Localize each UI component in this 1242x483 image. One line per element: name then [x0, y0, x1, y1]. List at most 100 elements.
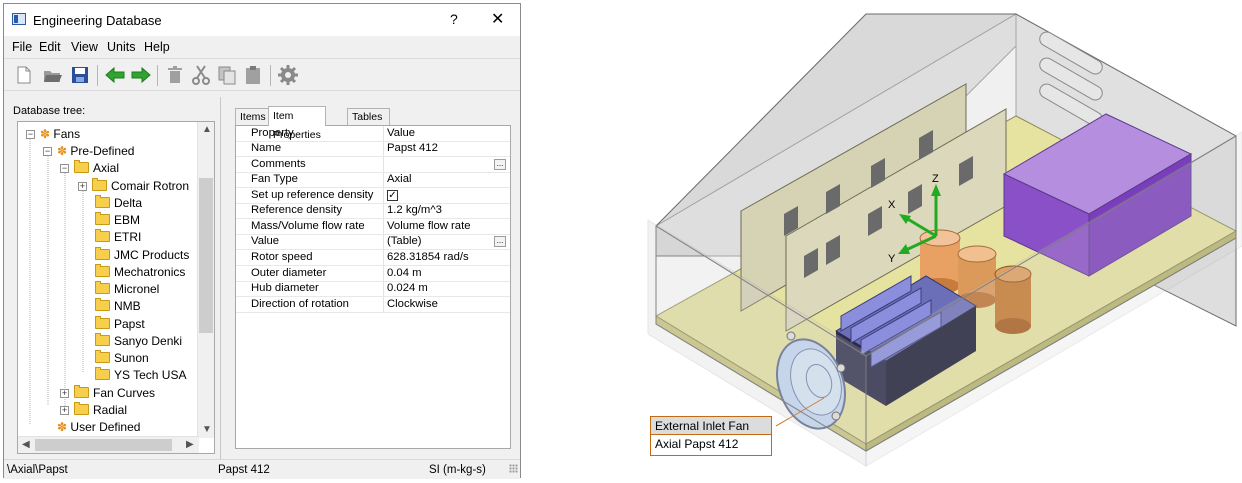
- user-fan-icon: ✽: [57, 420, 68, 434]
- menu-units[interactable]: Units: [107, 40, 135, 54]
- menu-edit[interactable]: Edit: [39, 40, 61, 54]
- close-button[interactable]: ✕: [491, 9, 504, 29]
- checkbox-checked-icon[interactable]: ✓: [387, 190, 398, 201]
- property-label: Set up reference density: [251, 189, 374, 201]
- tree-item-micronel[interactable]: Micronel: [95, 281, 159, 298]
- scroll-left-icon[interactable]: ◀: [22, 439, 30, 450]
- tree-item-etri[interactable]: ETRI: [95, 229, 141, 246]
- save-icon[interactable]: [69, 64, 91, 86]
- property-row-outer-diameter[interactable]: Outer diameter 0.04 m: [236, 266, 510, 282]
- copy-icon[interactable]: [216, 64, 238, 86]
- property-value[interactable]: 628.31854 rad/s: [387, 251, 469, 263]
- expand-icon[interactable]: +: [78, 182, 87, 191]
- property-value[interactable]: Papst 412: [387, 142, 438, 154]
- help-button[interactable]: ?: [450, 11, 458, 27]
- menu-help[interactable]: Help: [144, 40, 170, 54]
- tab-items[interactable]: Items: [235, 108, 271, 125]
- collapse-icon[interactable]: −: [60, 164, 69, 173]
- property-value[interactable]: 0.024 m: [387, 282, 428, 294]
- pane-splitter[interactable]: [220, 97, 221, 462]
- property-value[interactable]: Clockwise: [387, 298, 438, 310]
- collapse-icon[interactable]: −: [26, 130, 35, 139]
- tree-item-mechatronics[interactable]: Mechatronics: [95, 264, 185, 281]
- tree-item-fan-curves[interactable]: + Fan Curves: [60, 385, 155, 402]
- scrollbar-thumb[interactable]: [199, 178, 213, 333]
- folder-icon: [74, 385, 89, 398]
- model-3d-view[interactable]: Z X Y: [636, 6, 1242, 476]
- paste-icon[interactable]: [242, 64, 264, 86]
- tree-item-fans[interactable]: − ✽ Fans: [26, 126, 80, 143]
- property-value[interactable]: 1.2 kg/m^3: [387, 204, 442, 216]
- menu-view[interactable]: View: [71, 40, 98, 54]
- back-icon[interactable]: [104, 64, 126, 86]
- menu-file[interactable]: File: [12, 40, 32, 54]
- tab-tables-and-curves[interactable]: Tables and Curves: [347, 108, 391, 157]
- scroll-down-icon[interactable]: ▼: [202, 424, 212, 435]
- open-icon[interactable]: [41, 64, 63, 86]
- property-label: Direction of rotation: [251, 298, 349, 310]
- cut-icon[interactable]: [190, 64, 212, 86]
- axis-x-label: X: [888, 199, 896, 211]
- property-row-value[interactable]: Value (Table) ...: [236, 234, 510, 250]
- tree-item-comair-rotron[interactable]: + Comair Rotron: [78, 178, 189, 195]
- tree-item-sunon[interactable]: Sunon: [95, 350, 149, 367]
- tree-item-label: NMB: [114, 299, 141, 313]
- folder-icon: [95, 195, 110, 208]
- property-value[interactable]: Volume flow rate: [387, 220, 471, 232]
- property-row-reference-density[interactable]: Reference density 1.2 kg/m^3: [236, 203, 510, 219]
- property-row-fan-type[interactable]: Fan Type Axial: [236, 172, 510, 188]
- toolbar-separator: [97, 65, 98, 86]
- folder-icon: [74, 160, 89, 173]
- tree-item-axial[interactable]: − Axial: [60, 160, 119, 177]
- resize-grip-icon[interactable]: [509, 464, 518, 473]
- scrollbar-thumb[interactable]: [35, 439, 172, 451]
- new-icon[interactable]: [13, 64, 35, 86]
- delete-icon[interactable]: [164, 64, 186, 86]
- tree-item-sanyo-denki[interactable]: Sanyo Denki: [95, 333, 182, 350]
- tree-item-ebm[interactable]: EBM: [95, 212, 140, 229]
- callout-subtitle: Axial Papst 412: [650, 435, 772, 456]
- folder-icon: [95, 350, 110, 363]
- menu-bar: File Edit View Units Help: [4, 37, 520, 57]
- tree-item-papst[interactable]: Papst: [95, 316, 145, 333]
- tree-vertical-scrollbar[interactable]: ▲ ▼: [197, 122, 214, 438]
- folder-icon: [95, 264, 110, 277]
- tree-horizontal-scrollbar[interactable]: ◀ ▶: [18, 436, 199, 453]
- property-row-rotor-speed[interactable]: Rotor speed 628.31854 rad/s: [236, 250, 510, 266]
- property-row-direction[interactable]: Direction of rotation Clockwise: [236, 297, 510, 313]
- folder-icon: [95, 316, 110, 329]
- tree-item-ys-tech-usa[interactable]: YS Tech USA: [95, 367, 186, 384]
- property-value[interactable]: 0.04 m: [387, 267, 422, 279]
- folder-icon: [95, 229, 110, 242]
- expand-icon[interactable]: +: [60, 406, 69, 415]
- reference-density-checkbox[interactable]: ✓: [387, 189, 398, 201]
- tree-item-label: Fans: [53, 127, 81, 141]
- comments-ellipsis-button[interactable]: ...: [494, 159, 506, 170]
- tree-item-label: User Defined: [70, 420, 141, 434]
- tree-item-pre-defined[interactable]: − ✽ Pre-Defined: [43, 143, 134, 160]
- tree-item-user-defined[interactable]: ✽ User Defined: [57, 419, 140, 436]
- property-row-comments[interactable]: Comments ...: [236, 157, 510, 173]
- tree-item-delta[interactable]: Delta: [95, 195, 142, 212]
- toolbar-separator: [270, 65, 271, 86]
- property-value[interactable]: (Table): [387, 235, 422, 247]
- expand-icon[interactable]: +: [60, 389, 69, 398]
- collapse-icon[interactable]: −: [43, 147, 52, 156]
- settings-icon[interactable]: [277, 64, 299, 86]
- database-tree[interactable]: − ✽ Fans − ✽ Pre-Defined − Axial + Comai…: [17, 121, 215, 454]
- scroll-up-icon[interactable]: ▲: [202, 124, 212, 135]
- value-ellipsis-button[interactable]: ...: [494, 236, 506, 247]
- tree-item-nmb[interactable]: NMB: [95, 298, 141, 315]
- tree-item-jmc-products[interactable]: JMC Products: [95, 247, 189, 264]
- tree-item-label: Comair Rotron: [111, 179, 190, 193]
- forward-icon[interactable]: [130, 64, 152, 86]
- scroll-right-icon[interactable]: ▶: [186, 439, 194, 450]
- tree-item-radial[interactable]: + Radial: [60, 402, 127, 419]
- tab-item-properties[interactable]: Item Properties: [268, 106, 326, 141]
- property-value[interactable]: Axial: [387, 173, 412, 185]
- property-row-flow-rate[interactable]: Mass/Volume flow rate Volume flow rate: [236, 219, 510, 235]
- property-row-reference-density-setup[interactable]: Set up reference density ✓: [236, 188, 510, 204]
- tree-item-label: YS Tech USA: [114, 368, 187, 382]
- property-row-hub-diameter[interactable]: Hub diameter 0.024 m: [236, 281, 510, 297]
- folder-icon: [95, 367, 110, 380]
